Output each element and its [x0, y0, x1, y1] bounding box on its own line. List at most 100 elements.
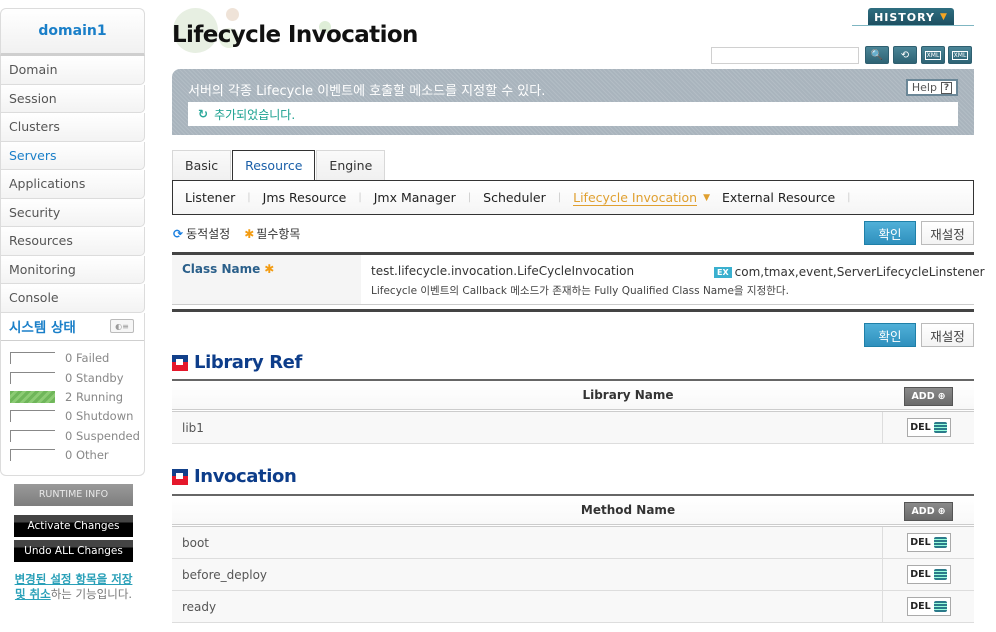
delete-stack-icon [933, 422, 947, 433]
refresh-success-icon: ↻ [198, 107, 209, 121]
domain-header[interactable]: domain1 [0, 8, 145, 56]
help-label: Help [911, 81, 937, 94]
confirm-button-top[interactable]: 확인 [864, 221, 916, 245]
sidebar-item-monitoring[interactable]: Monitoring [0, 255, 145, 284]
action-cell: DEL [882, 559, 974, 590]
add-stack-icon: ⊕ [937, 391, 946, 402]
reset-button-bottom[interactable]: 재설정 [921, 323, 974, 347]
status-bar [10, 352, 55, 365]
sidebar-item-domain[interactable]: Domain [0, 56, 145, 85]
sidebar-item-console[interactable]: Console [0, 284, 145, 313]
library-name-cell[interactable]: lib1 [172, 421, 882, 435]
column-header-method-name: Method Name [580, 503, 676, 517]
action-cell: DEL [882, 527, 974, 558]
reset-button-top[interactable]: 재설정 [921, 221, 974, 245]
delete-stack-icon [933, 601, 947, 612]
column-header-library-name: Library Name [582, 388, 674, 402]
legend: ⟳ 동적설정 ✱ 필수항목 [173, 225, 300, 242]
required-star-icon: ✱ [264, 262, 275, 276]
status-row-shutdown: 0 Shutdown [1, 407, 144, 426]
decor-circle [226, 8, 239, 21]
library-ref-heading: Library Ref [172, 352, 302, 373]
info-banner: 서버의 각종 Lifecycle 이벤트에 호출할 메소드를 지정할 수 있다.… [172, 69, 974, 135]
status-row-standby: 0 Standby [1, 368, 144, 387]
status-count: 0 [65, 428, 73, 443]
class-name-form: Class Name ✱ test.lifecycle.invocation.Li… [172, 252, 985, 305]
help-button[interactable]: Help ? [906, 79, 958, 96]
sub-tabs: Listener | Jms Resource | Jmx Manager | Sch… [172, 180, 974, 215]
add-stack-icon: ⊕ [937, 506, 946, 517]
library-ref-table: Library Name ADD ⊕ lib1 DEL [172, 379, 974, 444]
runtime-info-button[interactable]: RUNTIME INFO [14, 483, 133, 506]
history-button[interactable]: HISTORY ▼ [868, 8, 954, 26]
method-name-cell[interactable]: boot [172, 536, 882, 550]
sidebar-item-security[interactable]: Security [0, 198, 145, 227]
delete-method-button[interactable]: DEL [906, 597, 951, 616]
sidebar-item-session[interactable]: Session [0, 84, 145, 113]
sidebar-item-servers[interactable]: Servers [0, 141, 145, 170]
sidebar-item-applications[interactable]: Applications [0, 170, 145, 199]
sidebar-item-resources[interactable]: Resources [0, 227, 145, 256]
class-name-description: Lifecycle 이벤트의 Callback 메소드가 존재하는 Fully … [371, 285, 789, 297]
separator: | [847, 192, 851, 203]
subtab-jmx-manager[interactable]: Jmx Manager | [374, 190, 483, 205]
subtab-lifecycle-invocation[interactable]: Lifecycle Invocation ▼ [573, 190, 722, 206]
subtab-external-resource[interactable]: External Resource | [722, 190, 863, 205]
history-label: HISTORY [874, 10, 935, 24]
action-cell: DEL [882, 412, 974, 443]
subtab-scheduler[interactable]: Scheduler | [483, 190, 573, 205]
subtab-listener[interactable]: Listener | [185, 190, 263, 205]
search-icon[interactable]: 🔍 [865, 46, 889, 64]
class-name-label: Class Name ✱ [172, 255, 361, 304]
status-bar [10, 371, 55, 384]
status-row-failed: 0 Failed [1, 349, 144, 368]
search-input[interactable] [711, 47, 859, 64]
activate-changes-button[interactable]: Activate Changes [14, 514, 133, 537]
banner-description: 서버의 각종 Lifecycle 이벤트에 호출할 메소드를 지정할 수 있다. [188, 84, 546, 99]
status-toggle-icon[interactable]: ◐≡ [110, 319, 134, 333]
sidebar-item-clusters[interactable]: Clusters [0, 113, 145, 142]
domain-name[interactable]: domain1 [38, 23, 106, 39]
tab-basic[interactable]: Basic [172, 150, 232, 180]
status-bar [10, 410, 55, 423]
xml-import-icon[interactable]: XML [948, 46, 972, 64]
method-name-cell[interactable]: before_deploy [172, 568, 882, 582]
confirm-button-bottom[interactable]: 확인 [864, 323, 916, 347]
side-note-text: 하는 기능입니다. [50, 586, 133, 601]
delete-stack-icon [933, 569, 947, 580]
legend-dynamic: ⟳ 동적설정 [173, 227, 231, 241]
status-count: 2 [65, 389, 73, 404]
separator: | [467, 192, 472, 203]
delete-library-button[interactable]: DEL [906, 418, 951, 437]
add-method-button[interactable]: ADD ⊕ [904, 502, 953, 521]
example-badge-icon: EX [714, 266, 732, 278]
separator: | [247, 192, 251, 203]
table-row: lib1 DEL [172, 412, 974, 444]
sidebar: domain1 Domain Session Clusters Servers … [0, 8, 147, 632]
status-count: 0 [65, 370, 73, 385]
status-row-other: 0 Other [1, 445, 144, 464]
status-label: Other [75, 448, 109, 463]
class-name-value-cell: test.lifecycle.invocation.LifeCycleInvoc… [361, 255, 985, 304]
history-underline [852, 25, 974, 26]
subtab-jms-resource[interactable]: Jms Resource | [263, 190, 374, 205]
table-row: ready DEL [172, 591, 974, 623]
undo-all-changes-button[interactable]: Undo ALL Changes [14, 539, 133, 562]
class-name-example: EX com,tmax,event,ServerLifecycleLinstene… [714, 265, 985, 279]
legend-required: ✱ 필수항목 [244, 227, 301, 241]
status-row-running: 2 Running [1, 387, 144, 406]
refresh-icon[interactable]: ⟲ [893, 46, 917, 64]
class-name-row: Class Name ✱ test.lifecycle.invocation.Li… [172, 255, 985, 305]
delete-method-button[interactable]: DEL [906, 565, 951, 584]
status-count: 0 [65, 409, 73, 424]
tab-engine[interactable]: Engine [316, 150, 386, 180]
method-name-cell[interactable]: ready [172, 600, 882, 614]
add-library-button[interactable]: ADD ⊕ [904, 387, 953, 406]
status-label: Running [75, 389, 124, 404]
side-note: 변경된 설정 항목을 저장 및 취소하는 기능입니다. [0, 562, 147, 602]
tab-resource[interactable]: Resource [232, 150, 316, 181]
status-count: 0 [65, 448, 73, 463]
separator: | [557, 192, 562, 203]
xml-export-icon[interactable]: XML [921, 46, 945, 64]
delete-method-button[interactable]: DEL [906, 533, 951, 552]
